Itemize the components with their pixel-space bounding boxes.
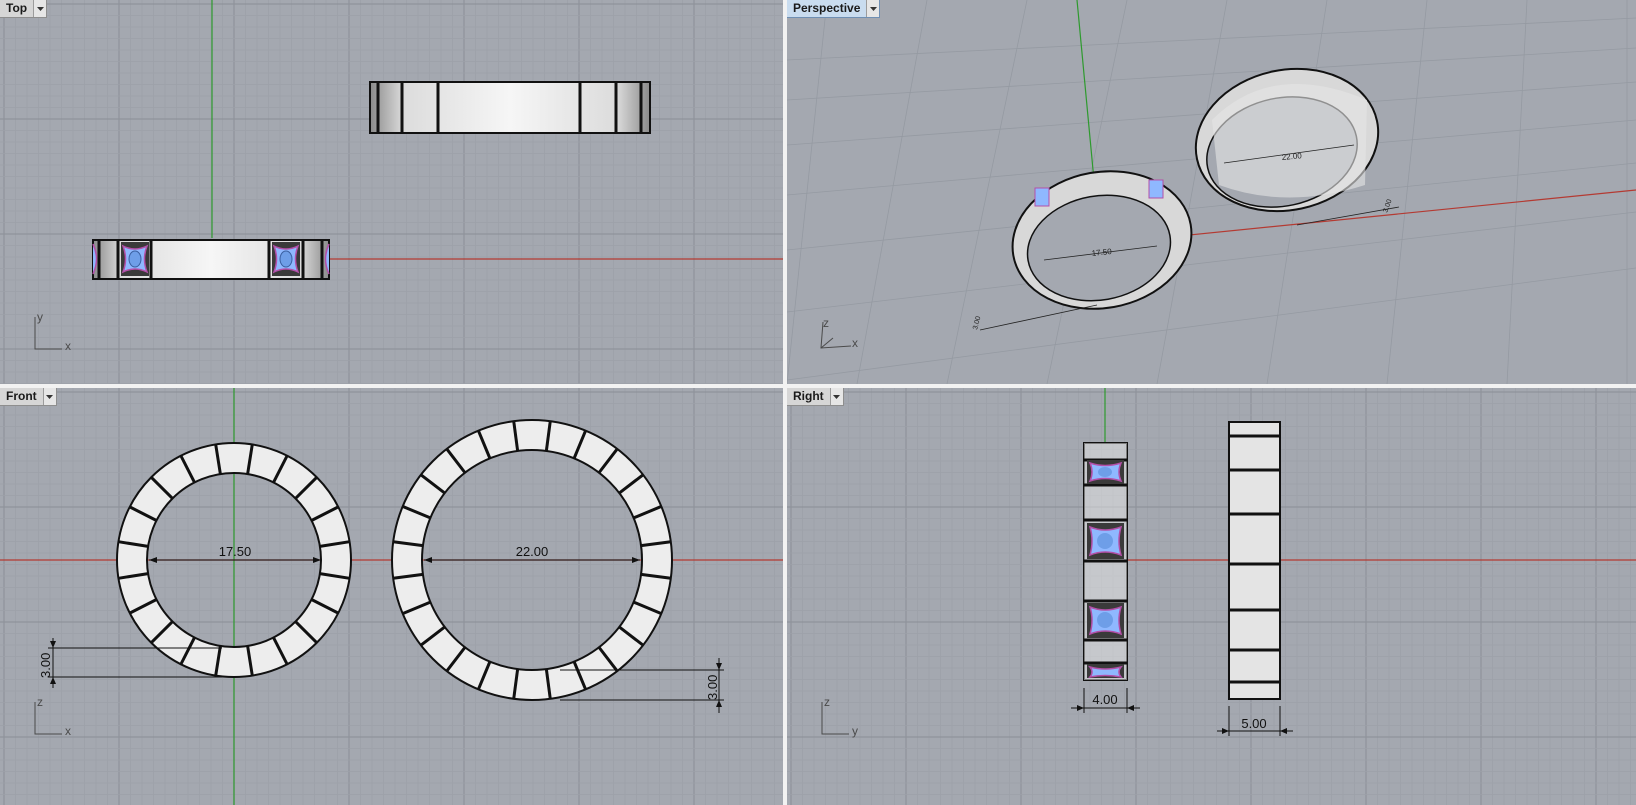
grid: [0, 0, 783, 384]
viewport-tab-front[interactable]: Front: [0, 388, 57, 406]
viewport-title: Front: [6, 389, 37, 403]
gem-setting: [272, 242, 300, 276]
top-viewport[interactable]: Top y x: [0, 0, 783, 384]
dim-text: 5.00: [1241, 716, 1266, 731]
viewport-title: Right: [793, 389, 824, 403]
gem-setting: [1087, 460, 1124, 484]
dim-text: 17.50: [219, 544, 252, 559]
axis-label-v: z: [823, 316, 829, 330]
small-ring-top-profile[interactable]: [92, 239, 330, 280]
axis-label-v: z: [37, 695, 43, 709]
perspective-viewport[interactable]: 22.00 3.00 17.50 3.00 Perspective z x: [787, 0, 1636, 384]
world-axes-icon: z x: [815, 312, 865, 352]
dropdown-arrow-icon[interactable]: [33, 0, 47, 17]
dim-text: 22.00: [516, 544, 549, 559]
gem-setting: [1087, 664, 1124, 679]
dim-text: 3.00: [705, 675, 720, 700]
dim-text: 4.00: [1092, 692, 1117, 707]
dim-large-diameter: 22.00: [1281, 151, 1302, 162]
world-axes-icon: y x: [30, 310, 80, 353]
viewport-title: Perspective: [793, 1, 861, 15]
front-viewport[interactable]: 17.50 22.00 3.00 3.00 Front z x: [0, 388, 783, 805]
grid: [787, 388, 1636, 805]
axis-label-v: y: [37, 310, 43, 324]
front-view-scene[interactable]: 17.50 22.00 3.00 3.00: [0, 388, 783, 805]
axis-label-h: y: [852, 724, 858, 738]
dropdown-arrow-icon[interactable]: [829, 388, 843, 405]
top-view-scene[interactable]: [0, 0, 783, 384]
right-viewport[interactable]: 4.00 5.00 Right z y: [787, 388, 1636, 805]
viewport-tab-right[interactable]: Right: [787, 388, 844, 406]
gem-setting: [1087, 603, 1124, 638]
gem-setting: [1087, 523, 1124, 559]
dropdown-arrow-icon[interactable]: [42, 388, 56, 405]
viewport-title: Top: [6, 1, 28, 15]
small-ring-side[interactable]: [1083, 442, 1128, 681]
world-axes-icon: z x: [30, 695, 80, 738]
right-view-scene[interactable]: 4.00 5.00: [787, 388, 1636, 805]
gem-setting: [121, 242, 149, 276]
axis-label-v: z: [824, 695, 830, 709]
viewport-tab-top[interactable]: Top: [0, 0, 48, 18]
dim-text: 3.00: [38, 653, 53, 678]
axis-label-h: x: [65, 724, 71, 738]
perspective-view-scene[interactable]: 22.00 3.00 17.50 3.00: [787, 0, 1636, 384]
dropdown-arrow-icon[interactable]: [866, 0, 880, 17]
viewport-tab-perspective[interactable]: Perspective: [787, 0, 881, 18]
axis-label-h: x: [852, 336, 858, 350]
world-axes-icon: z y: [817, 695, 867, 738]
large-ring-side[interactable]: [1228, 421, 1281, 700]
large-ring-top-profile[interactable]: [369, 81, 651, 134]
axis-label-h: x: [65, 339, 71, 353]
